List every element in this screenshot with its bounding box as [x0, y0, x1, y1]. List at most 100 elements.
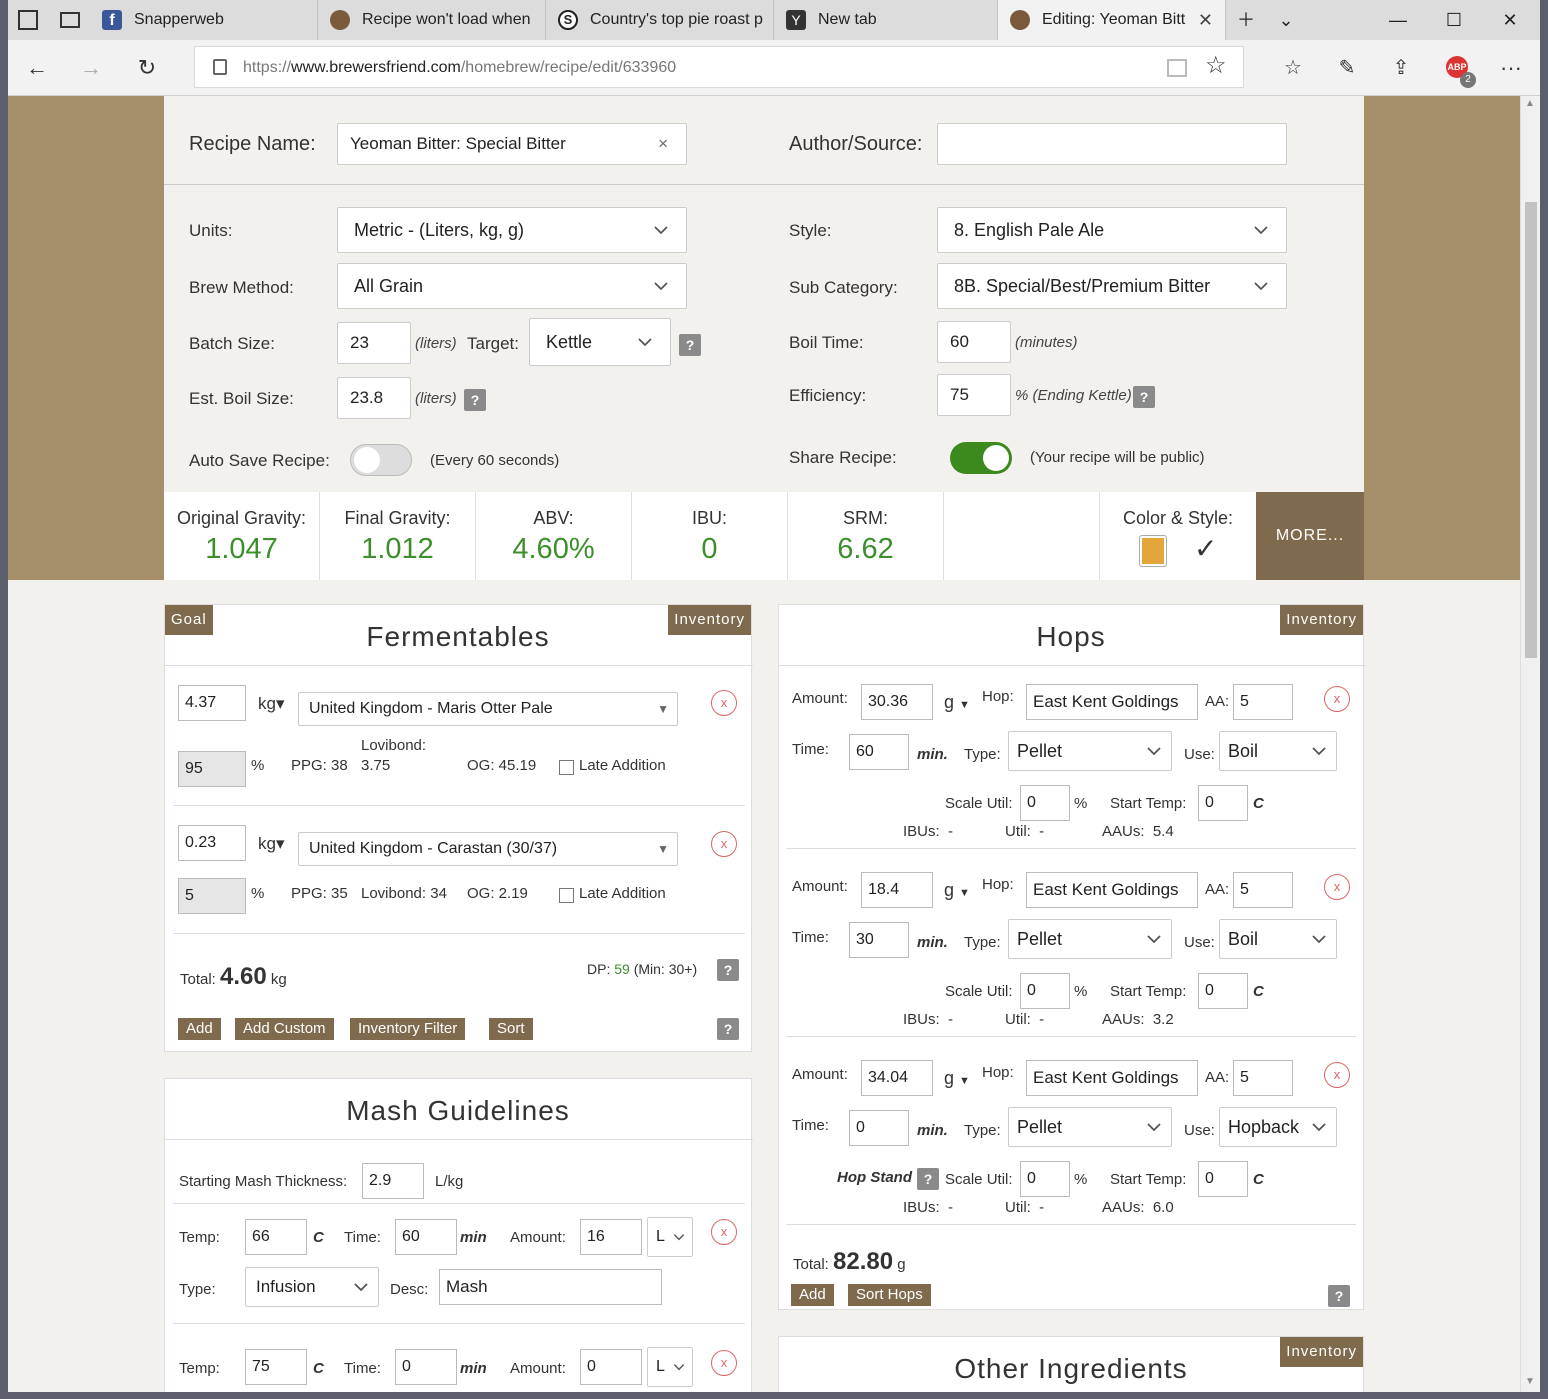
favorite-star-icon[interactable]: ☆	[1205, 51, 1227, 80]
remove-icon[interactable]: x	[1324, 686, 1350, 712]
tab-recipe-wont-load[interactable]: Recipe won't load when	[318, 0, 546, 40]
hop-unit-select[interactable]: g ▼	[944, 1068, 970, 1089]
hop-aa-input[interactable]: 5	[1233, 684, 1293, 720]
hop-aa-input[interactable]: 5	[1233, 1060, 1293, 1096]
start-temp-input[interactable]: 0	[1198, 1161, 1248, 1197]
sub-category-select[interactable]: 8B. Special/Best/Premium Bitter	[937, 263, 1287, 309]
hop-unit-select[interactable]: g ▼	[944, 692, 970, 713]
fermentable-amount-input[interactable]: 0.23	[178, 825, 246, 861]
close-window-icon[interactable]: ✕	[1482, 0, 1538, 40]
url-field[interactable]: https://www.brewersfriend.com/homebrew/r…	[194, 46, 1244, 88]
boil-time-input[interactable]: 60	[937, 321, 1011, 363]
mash-unit-select[interactable]: L	[647, 1217, 693, 1257]
fermentable-amount-input[interactable]: 4.37	[178, 685, 246, 721]
add-hop-button[interactable]: Add	[791, 1284, 834, 1306]
tab-new-tab[interactable]: Y New tab	[774, 0, 998, 40]
back-icon[interactable]: ←	[14, 40, 60, 96]
mash-amount-input[interactable]: 16	[580, 1219, 642, 1255]
hop-aa-input[interactable]: 5	[1233, 872, 1293, 908]
author-input[interactable]	[937, 123, 1287, 165]
mash-amount-input[interactable]: 0	[580, 1349, 642, 1385]
mash-temp-input[interactable]: 66	[245, 1219, 307, 1255]
tab-manager-icon[interactable]	[18, 10, 38, 30]
favorites-list-icon[interactable]: ☆	[1270, 40, 1316, 96]
remove-icon[interactable]: x	[1324, 1062, 1350, 1088]
scroll-down-icon[interactable]: ▼	[1525, 1376, 1535, 1387]
hop-amount-input[interactable]: 34.04	[861, 1060, 933, 1096]
auto-save-toggle[interactable]	[350, 444, 412, 476]
help-icon[interactable]: ?	[717, 959, 739, 981]
maximize-icon[interactable]: ☐	[1426, 0, 1482, 40]
mash-time-input[interactable]: 0	[395, 1349, 457, 1385]
minimize-icon[interactable]: —	[1370, 0, 1426, 40]
hop-use-select[interactable]: Hopback	[1219, 1107, 1337, 1147]
mash-type-select[interactable]: Infusion	[245, 1267, 379, 1307]
share-icon[interactable]: ⇪	[1378, 40, 1424, 96]
scroll-up-icon[interactable]: ▲	[1525, 98, 1535, 109]
fermentable-select[interactable]: United Kingdom - Maris Otter Pale ▼	[298, 692, 678, 726]
unit-select[interactable]: kg▾	[258, 834, 285, 854]
fermentable-percent-input[interactable]: 95	[178, 751, 246, 787]
batch-size-input[interactable]: 23	[337, 322, 411, 364]
hop-time-input[interactable]: 60	[849, 734, 909, 770]
hop-amount-input[interactable]: 30.36	[861, 684, 933, 720]
start-temp-input[interactable]: 0	[1198, 973, 1248, 1009]
remove-icon[interactable]: x	[711, 831, 737, 857]
est-boil-size-input[interactable]: 23.8	[337, 377, 411, 419]
late-addition-checkbox[interactable]	[559, 888, 574, 903]
scrollbar-thumb[interactable]	[1525, 202, 1537, 658]
unit-select[interactable]: kg▾	[258, 694, 285, 714]
tab-snapperweb[interactable]: f Snapperweb	[90, 0, 318, 40]
mash-unit-select[interactable]: L	[647, 1347, 693, 1387]
share-recipe-toggle[interactable]	[950, 442, 1012, 474]
hop-unit-select[interactable]: g ▼	[944, 880, 970, 901]
help-icon[interactable]: ?	[1133, 386, 1155, 408]
inventory-filter-button[interactable]: Inventory Filter	[350, 1018, 466, 1040]
notes-pen-icon[interactable]: ✎	[1324, 40, 1370, 96]
set-aside-tabs-icon[interactable]	[60, 12, 80, 28]
fermentable-select[interactable]: United Kingdom - Carastan (30/37) ▼	[298, 832, 678, 866]
tab-pie-roast[interactable]: S Country's top pie roast p	[546, 0, 774, 40]
hop-time-input[interactable]: 0	[849, 1110, 909, 1146]
scale-util-input[interactable]: 0	[1020, 973, 1070, 1009]
remove-icon[interactable]: x	[711, 690, 737, 716]
help-icon[interactable]: ?	[717, 1018, 739, 1040]
sort-button[interactable]: Sort	[489, 1018, 533, 1040]
more-button[interactable]: MORE...	[1256, 492, 1364, 580]
hop-time-input[interactable]: 30	[849, 922, 909, 958]
refresh-icon[interactable]: ↻	[124, 40, 170, 96]
hop-type-select[interactable]: Pellet	[1008, 919, 1172, 959]
mash-time-input[interactable]: 60	[395, 1219, 457, 1255]
more-menu-icon[interactable]: ···	[1488, 40, 1534, 96]
remove-icon[interactable]: x	[711, 1350, 737, 1376]
hop-name-input[interactable]: East Kent Goldings	[1026, 872, 1198, 908]
help-icon[interactable]: ?	[464, 389, 486, 411]
start-temp-input[interactable]: 0	[1198, 785, 1248, 821]
recipe-name-input[interactable]: Yeoman Bitter: Special Bitter ×	[337, 123, 687, 165]
reading-view-icon[interactable]	[1167, 59, 1187, 77]
tab-editing-yeoman[interactable]: Editing: Yeoman Bitt ✕	[998, 0, 1226, 40]
hop-use-select[interactable]: Boil	[1219, 731, 1337, 771]
hop-name-input[interactable]: East Kent Goldings	[1026, 1060, 1198, 1096]
close-tab-icon[interactable]: ✕	[1198, 0, 1213, 40]
mash-thickness-input[interactable]: 2.9	[362, 1163, 424, 1199]
hop-use-select[interactable]: Boil	[1219, 919, 1337, 959]
add-custom-button[interactable]: Add Custom	[235, 1018, 334, 1040]
help-icon[interactable]: ?	[1328, 1285, 1350, 1307]
brew-method-select[interactable]: All Grain	[337, 263, 687, 309]
style-select[interactable]: 8. English Pale Ale	[937, 207, 1287, 253]
scale-util-input[interactable]: 0	[1020, 1161, 1070, 1197]
tab-list-chevron-icon[interactable]: ⌄	[1258, 0, 1314, 40]
units-select[interactable]: Metric - (Liters, kg, g)	[337, 207, 687, 253]
add-fermentable-button[interactable]: Add	[178, 1018, 221, 1040]
scale-util-input[interactable]: 0	[1020, 785, 1070, 821]
fermentable-percent-input[interactable]: 5	[178, 878, 246, 914]
sort-hops-button[interactable]: Sort Hops	[848, 1284, 931, 1306]
late-addition-checkbox[interactable]	[559, 760, 574, 775]
hop-name-input[interactable]: East Kent Goldings	[1026, 684, 1198, 720]
hop-type-select[interactable]: Pellet	[1008, 731, 1172, 771]
efficiency-input[interactable]: 75	[937, 374, 1011, 416]
mash-desc-input[interactable]: Mash	[439, 1269, 662, 1305]
forward-icon[interactable]: →	[68, 40, 114, 96]
target-select[interactable]: Kettle	[529, 318, 671, 366]
